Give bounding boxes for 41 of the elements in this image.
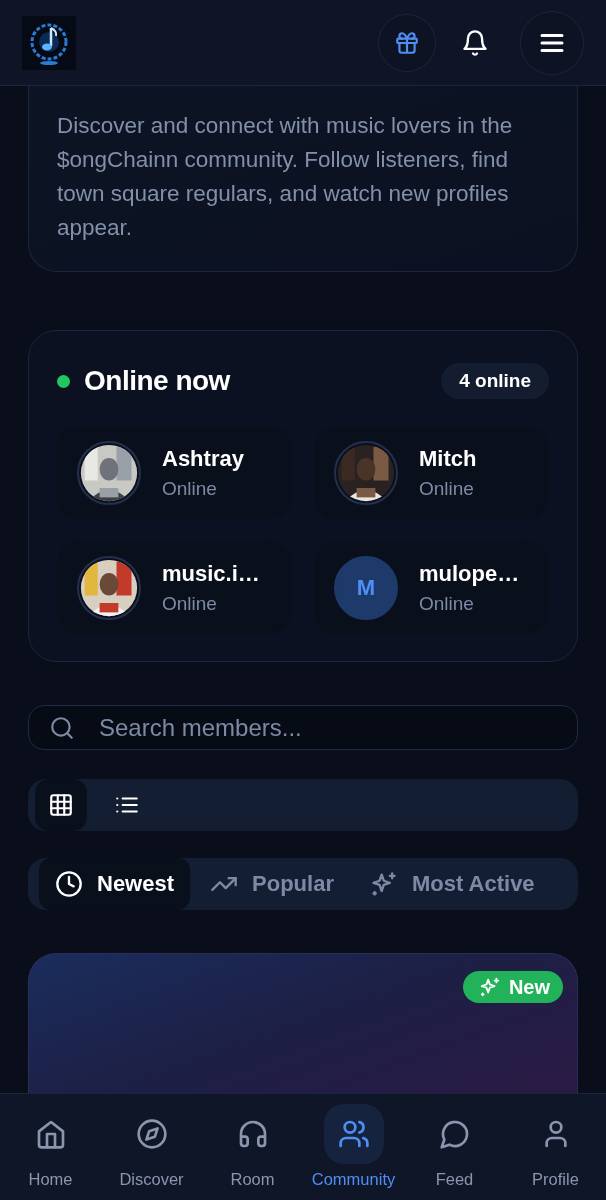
chat-bubble-icon bbox=[438, 1118, 471, 1150]
sparkle-icon bbox=[478, 976, 501, 998]
member-name: music.i… bbox=[162, 560, 260, 587]
sort-tab[interactable]: Most Active bbox=[353, 858, 551, 910]
member-name: Ashtray bbox=[162, 445, 244, 472]
member-status: Online bbox=[419, 477, 475, 500]
new-badge: New bbox=[462, 971, 563, 1003]
nav-tab[interactable]: Community bbox=[303, 1104, 404, 1200]
nav-tab[interactable]: Profile bbox=[505, 1104, 606, 1200]
nav-tab[interactable]: Discover bbox=[101, 1104, 202, 1200]
logo-icon[interactable] bbox=[22, 15, 76, 70]
bell-icon bbox=[461, 28, 489, 57]
member-status: Online bbox=[162, 477, 218, 500]
member-tile[interactable]: Ashtray Online bbox=[57, 426, 292, 519]
search-icon bbox=[49, 714, 75, 741]
gift-icon bbox=[394, 29, 420, 56]
member-tile[interactable]: Mitch Online bbox=[314, 426, 549, 519]
sort-tab[interactable]: Popular bbox=[194, 858, 350, 910]
status-dot bbox=[57, 374, 70, 388]
clock-icon bbox=[55, 870, 83, 898]
section-title: Online now bbox=[84, 365, 230, 397]
nav-tab[interactable]: Home bbox=[0, 1104, 101, 1200]
grid-icon bbox=[48, 792, 74, 818]
member-name: mulope… bbox=[419, 560, 520, 587]
sort-tab[interactable]: Newest bbox=[39, 858, 191, 910]
nav-tab[interactable]: Feed bbox=[404, 1104, 505, 1200]
sparkle-icon bbox=[369, 870, 398, 898]
grid-view-button[interactable] bbox=[35, 779, 87, 831]
online-count-badge: 4 online bbox=[441, 363, 549, 399]
people-icon bbox=[337, 1118, 370, 1150]
member-name: Mitch bbox=[419, 445, 477, 472]
search-input[interactable]: Search members... bbox=[97, 712, 557, 743]
intro-text: Discover and connect with music lovers in the $ongChainn community. Follow listeners, find town square regulars, and watch new profiles appear. bbox=[57, 112, 514, 242]
search-field[interactable]: Search members... bbox=[28, 705, 578, 750]
member-tile[interactable]: M mulope… Online bbox=[314, 541, 549, 634]
member-status: Online bbox=[419, 592, 475, 615]
member-tile[interactable]: music.i… Online bbox=[57, 541, 292, 634]
compass-icon bbox=[135, 1118, 168, 1150]
avatar-initial: M bbox=[334, 555, 398, 620]
member-status: Online bbox=[162, 592, 218, 615]
nav-tab[interactable]: Room bbox=[202, 1104, 303, 1200]
